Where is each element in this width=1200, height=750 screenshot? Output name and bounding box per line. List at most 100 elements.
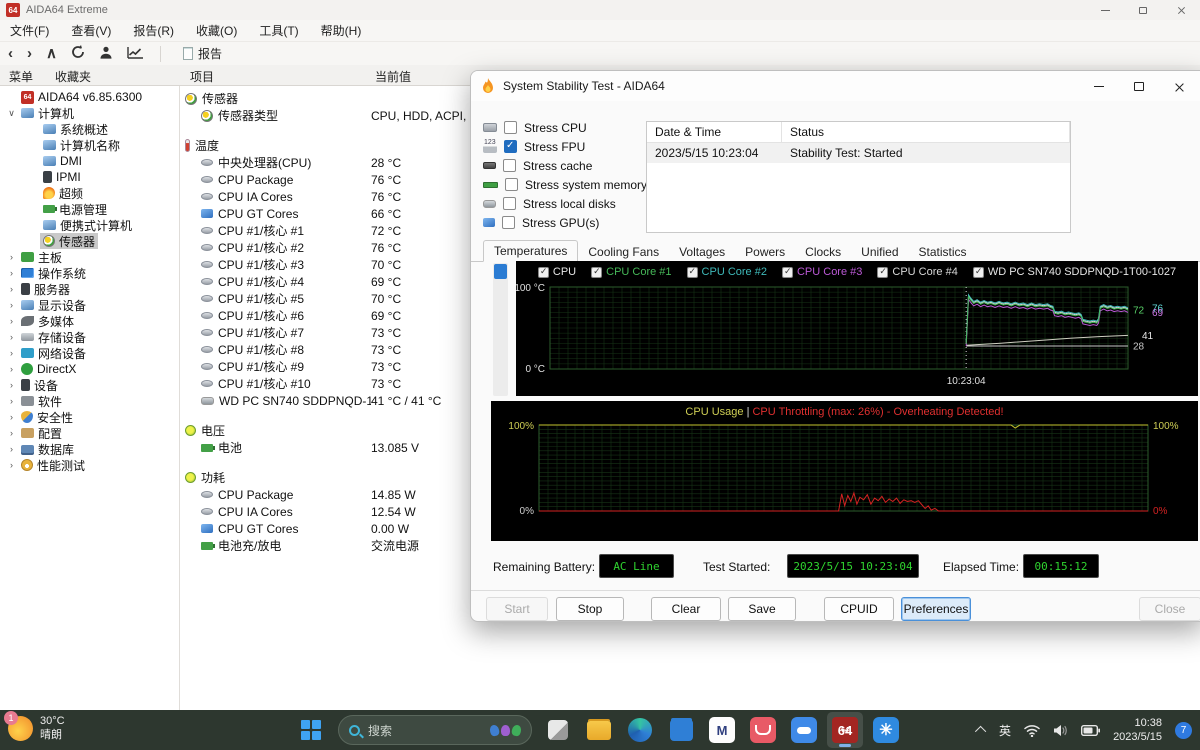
tree-chevron-icon[interactable]: › bbox=[5, 444, 18, 454]
menu-item[interactable]: 查看(V) bbox=[71, 22, 111, 39]
tree-item[interactable]: › 安全性 bbox=[0, 409, 179, 425]
stress-checkbox[interactable] bbox=[504, 140, 517, 153]
volume-icon[interactable] bbox=[1053, 724, 1068, 737]
tree-item[interactable]: › 主板 bbox=[0, 249, 179, 265]
tree-item[interactable]: 系统概述 bbox=[0, 121, 179, 137]
tree-item[interactable]: 传感器 bbox=[0, 233, 179, 249]
dialog-button[interactable]: Clear bbox=[651, 597, 721, 621]
tree-item[interactable]: 超频 bbox=[0, 185, 179, 201]
taskbar-app-huawei-cloud[interactable] bbox=[786, 712, 822, 748]
tree-item[interactable]: › 软件 bbox=[0, 393, 179, 409]
dialog-button[interactable]: Start bbox=[486, 597, 548, 621]
battery-icon[interactable] bbox=[1081, 725, 1100, 736]
ime-indicator[interactable]: 英 bbox=[999, 722, 1011, 739]
taskbar-app-file-explorer[interactable] bbox=[581, 712, 617, 748]
tree-chevron-icon[interactable]: › bbox=[5, 316, 18, 326]
tree-item[interactable]: › 存储设备 bbox=[0, 329, 179, 345]
notification-badge[interactable]: 7 bbox=[1175, 722, 1192, 739]
tree-item[interactable]: › 性能测试 bbox=[0, 457, 179, 473]
minimize-button[interactable] bbox=[1086, 0, 1124, 20]
chart-scrollbar-thumb[interactable] bbox=[494, 264, 507, 279]
stress-checkbox[interactable] bbox=[503, 197, 516, 210]
weather-widget[interactable]: 1 30°C 晴朗 bbox=[8, 714, 65, 742]
legend-checkbox[interactable] bbox=[591, 267, 602, 278]
dialog-button[interactable]: Save bbox=[728, 597, 796, 621]
legend-checkbox[interactable] bbox=[687, 267, 698, 278]
tree-chevron-icon[interactable]: › bbox=[5, 300, 18, 310]
tree-item[interactable]: › 设备 bbox=[0, 377, 179, 393]
tree-chevron-icon[interactable]: › bbox=[5, 348, 18, 358]
taskbar-app-huawei-appgallery[interactable] bbox=[745, 712, 781, 748]
chart-tab[interactable]: Clocks bbox=[795, 242, 851, 262]
tree-chevron-icon[interactable]: › bbox=[5, 460, 18, 470]
tree-item[interactable]: › 配置 bbox=[0, 425, 179, 441]
tree-item[interactable]: AIDA64 v6.85.6300 bbox=[0, 89, 179, 105]
chart-tab[interactable]: Unified bbox=[851, 242, 908, 262]
search-box[interactable]: 搜索 bbox=[338, 715, 532, 745]
tray-chevron-up-icon[interactable] bbox=[975, 726, 986, 737]
sidebar-tab-favorites[interactable]: 收藏夹 bbox=[55, 68, 91, 85]
legend-checkbox[interactable] bbox=[973, 267, 984, 278]
tree-item[interactable]: DMI bbox=[0, 153, 179, 169]
back-icon[interactable]: ‹ bbox=[8, 46, 13, 61]
stress-checkbox[interactable] bbox=[502, 216, 515, 229]
chart-tab[interactable]: Statistics bbox=[909, 242, 977, 262]
tree-chevron-icon[interactable]: › bbox=[5, 380, 18, 390]
tree-item[interactable]: IPMI bbox=[0, 169, 179, 185]
wifi-icon[interactable] bbox=[1024, 724, 1040, 737]
legend-checkbox[interactable] bbox=[538, 267, 549, 278]
tree-chevron-icon[interactable]: › bbox=[5, 412, 18, 422]
menu-item[interactable]: 报告(R) bbox=[133, 22, 174, 39]
dialog-close-button[interactable] bbox=[1159, 71, 1199, 101]
dialog-button[interactable]: Preferences bbox=[901, 597, 971, 621]
dialog-button[interactable]: CPUID bbox=[824, 597, 894, 621]
report-button[interactable]: 报告 bbox=[177, 43, 228, 64]
dialog-maximize-button[interactable] bbox=[1119, 71, 1159, 101]
up-icon[interactable]: ∧ bbox=[46, 46, 57, 61]
maximize-button[interactable] bbox=[1124, 0, 1162, 20]
tree-chevron-icon[interactable]: ∨ bbox=[5, 108, 18, 119]
close-button[interactable] bbox=[1162, 0, 1200, 20]
tree-chevron-icon[interactable]: › bbox=[5, 332, 18, 342]
menu-item[interactable]: 文件(F) bbox=[10, 22, 49, 39]
tree-item[interactable]: › 网络设备 bbox=[0, 345, 179, 361]
tree-item[interactable]: 便携式计算机 bbox=[0, 217, 179, 233]
dialog-minimize-button[interactable] bbox=[1079, 71, 1119, 101]
forward-icon[interactable]: › bbox=[27, 46, 32, 61]
sidebar-tab-menu[interactable]: 菜单 bbox=[9, 68, 33, 85]
column-header-value[interactable]: 当前值 bbox=[375, 68, 411, 85]
chart-tab[interactable]: Voltages bbox=[669, 242, 735, 262]
tree-chevron-icon[interactable]: › bbox=[5, 252, 18, 262]
tree-item[interactable]: › 多媒体 bbox=[0, 313, 179, 329]
dialog-button[interactable]: Stop bbox=[556, 597, 624, 621]
stress-checkbox[interactable] bbox=[503, 159, 516, 172]
taskbar-app-asterisk-app[interactable] bbox=[868, 712, 904, 748]
tree-item[interactable]: ∨ 计算机 bbox=[0, 105, 179, 121]
chart-tab[interactable]: Temperatures bbox=[483, 240, 578, 262]
legend-checkbox[interactable] bbox=[877, 267, 888, 278]
taskbar-app-task-view[interactable] bbox=[540, 712, 576, 748]
taskbar-app-marktext[interactable] bbox=[704, 712, 740, 748]
menu-item[interactable]: 帮助(H) bbox=[321, 22, 362, 39]
tree-item[interactable]: › DirectX bbox=[0, 361, 179, 377]
user-icon[interactable] bbox=[99, 46, 113, 62]
tree-item[interactable]: › 操作系统 bbox=[0, 265, 179, 281]
tree-item[interactable]: 电源管理 bbox=[0, 201, 179, 217]
dialog-button[interactable]: Close bbox=[1139, 597, 1200, 621]
tree-item[interactable]: › 显示设备 bbox=[0, 297, 179, 313]
graph-icon[interactable] bbox=[127, 46, 144, 62]
tree-chevron-icon[interactable]: › bbox=[5, 364, 18, 374]
chart-tab[interactable]: Powers bbox=[735, 242, 795, 262]
column-header-item[interactable]: 项目 bbox=[190, 68, 214, 85]
tree-chevron-icon[interactable]: › bbox=[5, 396, 18, 406]
taskbar-app-microsoft-store[interactable] bbox=[663, 712, 699, 748]
legend-checkbox[interactable] bbox=[782, 267, 793, 278]
menu-item[interactable]: 工具(T) bbox=[259, 22, 298, 39]
tree-item[interactable]: 计算机名称 bbox=[0, 137, 179, 153]
taskbar-app-edge[interactable] bbox=[622, 712, 658, 748]
tree-item[interactable]: › 服务器 bbox=[0, 281, 179, 297]
tree-chevron-icon[interactable]: › bbox=[5, 268, 18, 278]
log-column-datetime[interactable]: Date & Time bbox=[647, 122, 782, 142]
refresh-icon[interactable] bbox=[71, 45, 85, 62]
log-table-row[interactable]: 2023/5/15 10:23:04 Stability Test: Start… bbox=[647, 143, 1070, 163]
